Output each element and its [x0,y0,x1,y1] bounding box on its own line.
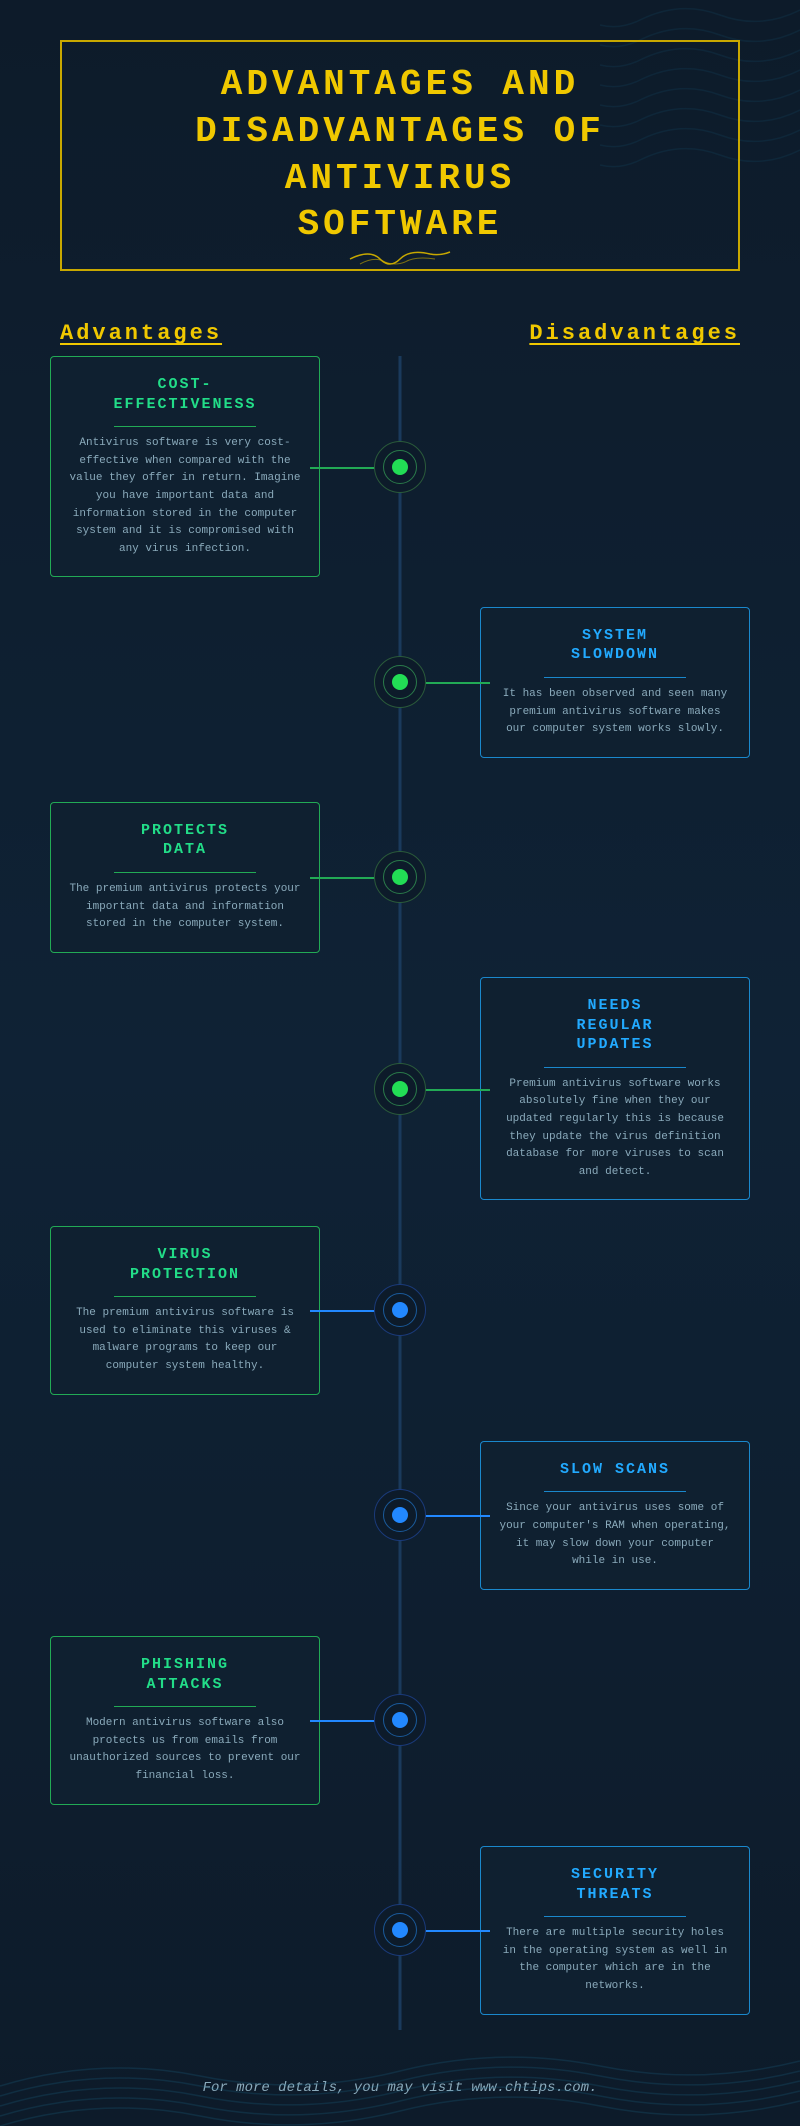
card-slow-scans: SLOW SCANS Since your antivirus uses som… [480,1441,750,1590]
node-outer-needs-updates [374,1063,426,1115]
card-virus-protection: VIRUSPROTECTION The premium antivirus so… [50,1226,320,1394]
card-needs-updates: NEEDSREGULARUPDATES Premium antivirus so… [480,977,750,1200]
node-needs-updates [374,1063,426,1115]
card-title-system-slowdown: SYSTEMSLOWDOWN [497,626,733,665]
card-phishing: PHISHINGATTACKS Modern antivirus softwar… [50,1636,320,1804]
node-mid-security-threats [383,1913,417,1947]
header-bird-deco [340,244,460,274]
node-mid-phishing [383,1703,417,1737]
footer-section: For more details, you may visit www.chti… [0,2040,800,2126]
card-text-system-slowdown: It has been observed and seen many premi… [497,686,733,739]
card-title-slow-scans: SLOW SCANS [497,1460,733,1480]
node-outer-security-threats [374,1904,426,1956]
card-divider-virus-protection [114,1296,256,1297]
node-inner-protects-data [392,869,408,885]
page-title: ADVANTAGES AND DISADVANTAGES OF ANTIVIRU… [92,62,708,249]
section-labels: Advantages Disadvantages [0,301,800,356]
card-divider-cost-effectiveness [114,426,256,427]
node-inner-needs-updates [392,1081,408,1097]
timeline-center-line [399,356,402,2030]
card-divider-phishing [114,1706,256,1707]
node-inner-slow-scans [392,1507,408,1523]
node-outer-slow-scans [374,1489,426,1541]
card-system-slowdown: SYSTEMSLOWDOWN It has been observed and … [480,607,750,758]
card-title-cost-effectiveness: COST-EFFECTIVENESS [67,375,303,414]
node-outer-phishing [374,1694,426,1746]
node-inner-security-threats [392,1922,408,1938]
node-inner-cost-effectiveness [392,459,408,475]
advantages-label: Advantages [60,321,222,346]
node-outer-system-slowdown [374,656,426,708]
node-system-slowdown [374,656,426,708]
node-slow-scans [374,1489,426,1541]
node-cost-effectiveness [374,441,426,493]
card-protects-data: PROTECTSDATA The premium antivirus prote… [50,802,320,953]
timeline: COST-EFFECTIVENESS Antivirus software is… [0,356,800,2030]
node-inner-system-slowdown [392,674,408,690]
card-text-slow-scans: Since your antivirus uses some of your c… [497,1500,733,1570]
card-text-phishing: Modern antivirus software also protects … [67,1715,303,1785]
card-title-virus-protection: VIRUSPROTECTION [67,1245,303,1284]
card-text-virus-protection: The premium antivirus software is used t… [67,1305,303,1375]
node-outer-virus-protection [374,1284,426,1336]
card-divider-slow-scans [544,1491,686,1492]
card-title-needs-updates: NEEDSREGULARUPDATES [497,996,733,1055]
card-security-threats: SECURITYTHREATS There are multiple secur… [480,1846,750,2014]
card-title-protects-data: PROTECTSDATA [67,821,303,860]
card-divider-needs-updates [544,1067,686,1068]
card-title-phishing: PHISHINGATTACKS [67,1655,303,1694]
card-text-needs-updates: Premium antivirus software works absolut… [497,1076,733,1182]
node-mid-needs-updates [383,1072,417,1106]
disadvantages-label: Disadvantages [529,321,740,346]
card-divider-system-slowdown [544,677,686,678]
node-inner-phishing [392,1712,408,1728]
node-mid-system-slowdown [383,665,417,699]
card-text-cost-effectiveness: Antivirus software is very cost-effectiv… [67,435,303,558]
node-protects-data [374,851,426,903]
node-phishing [374,1694,426,1746]
card-text-security-threats: There are multiple security holes in the… [497,1925,733,1995]
node-mid-virus-protection [383,1293,417,1327]
node-mid-protects-data [383,860,417,894]
node-mid-cost-effectiveness [383,450,417,484]
card-divider-protects-data [114,872,256,873]
wave-decoration-bottom [0,2046,800,2126]
node-outer-cost-effectiveness [374,441,426,493]
card-title-security-threats: SECURITYTHREATS [497,1865,733,1904]
node-outer-protects-data [374,851,426,903]
header-border: ADVANTAGES AND DISADVANTAGES OF ANTIVIRU… [60,40,740,271]
card-divider-security-threats [544,1916,686,1917]
node-virus-protection [374,1284,426,1336]
node-inner-virus-protection [392,1302,408,1318]
node-mid-slow-scans [383,1498,417,1532]
node-security-threats [374,1904,426,1956]
card-cost-effectiveness: COST-EFFECTIVENESS Antivirus software is… [50,356,320,577]
header-section: ADVANTAGES AND DISADVANTAGES OF ANTIVIRU… [0,0,800,301]
card-text-protects-data: The premium antivirus protects your impo… [67,881,303,934]
page-wrapper: ADVANTAGES AND DISADVANTAGES OF ANTIVIRU… [0,0,800,2126]
